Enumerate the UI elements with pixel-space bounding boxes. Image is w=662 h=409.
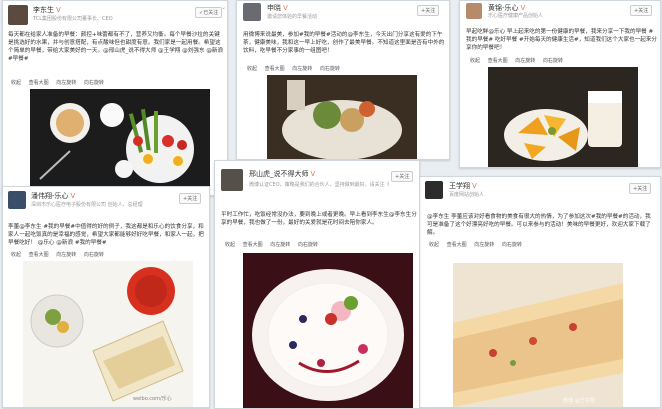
post-text: 用微博来说最美，参加#我的早餐#活动的@李东生，今天出门分享这有爱的下午茶，健康… xyxy=(243,32,445,54)
author-bio: 邀请您体验的早餐活动 xyxy=(267,14,318,20)
rotate-right-button[interactable]: 向右旋转 xyxy=(84,80,104,86)
rotate-left-button[interactable]: 向左旋转 xyxy=(515,58,535,64)
rotate-left-button[interactable]: 向左旋转 xyxy=(474,242,494,248)
breakfast-illustration xyxy=(30,267,184,402)
view-large-button[interactable]: 查看大图 xyxy=(29,80,49,86)
rotate-left-button[interactable]: 向左旋转 xyxy=(56,80,76,86)
image-watermark: 微博 @王学翔 xyxy=(563,398,595,404)
author-bio: 微博认证CEO，策略是我们的合伙人，坚持做到最好，请关注《说不得大师》 xyxy=(249,182,389,188)
image-toolbar: 收起 查看大图 向左旋转 向右旋转 xyxy=(225,241,324,248)
post-text: @李东生 李董应该对好看食物的美食有很大的热情，为了参加这次#我的早餐#的活动，… xyxy=(427,214,651,236)
follow-button[interactable]: +关注 xyxy=(417,5,440,16)
view-large-button[interactable]: 查看大图 xyxy=(447,242,467,248)
rotate-left-button[interactable]: 向左旋转 xyxy=(270,242,290,248)
breakfast-illustration xyxy=(39,103,194,183)
image-toolbar: 收起 查看大图 向左旋转 向右旋转 xyxy=(470,57,569,64)
avatar[interactable] xyxy=(8,191,26,209)
image-watermark: weibo.com/乐心 xyxy=(133,396,172,402)
weibo-card-6: 黄锦-乐心 V 乐心医疗健康产品创始人 +关注 早起吃鲜@乐心 早上起来吃的第一份… xyxy=(459,0,661,168)
chevron-down-icon[interactable]: ⌄ xyxy=(221,4,226,11)
author-bio: 乐心医疗健康产品创始人 xyxy=(488,13,544,19)
breakfast-illustration xyxy=(252,269,404,401)
post-text: 李董@李东生 #我的早餐#中值得的好的例子，我这都是和乐心的饮食分享，和家人一起… xyxy=(8,224,204,246)
collapse-button[interactable]: 收起 xyxy=(225,242,235,248)
avatar[interactable] xyxy=(243,3,261,21)
author-name[interactable]: 李东生 V xyxy=(33,5,61,15)
author-name[interactable]: 潘伟翔-乐心 V xyxy=(31,191,75,201)
image-toolbar: 收起 查看大图 向左旋转 向右旋转 xyxy=(429,241,528,248)
author-bio: 百度网站创始人 xyxy=(449,192,485,198)
rotate-left-button[interactable]: 向左旋转 xyxy=(292,66,312,72)
author-name[interactable]: 王学翔 V xyxy=(449,181,477,191)
image-toolbar: 收起 查看大图 向左旋转 向右旋转 xyxy=(247,65,346,72)
image-toolbar: 收起 查看大图 向左旋转 向右旋转 xyxy=(11,79,110,86)
avatar[interactable] xyxy=(8,5,28,25)
weibo-card-4: 潘伟翔-乐心 V 深圳市乐心医疗电子股份有限公司 创始人、总经理 +关注 李董@李… xyxy=(2,186,210,408)
post-text: 平时工作忙，吃饭经常没办法，要到晚上或者更晚。早上看到李东生@李东生分享的早餐，… xyxy=(221,212,417,226)
collapse-button[interactable]: 收起 xyxy=(11,252,21,258)
author-bio: 深圳市乐心医疗电子股份有限公司 创始人、总经理 xyxy=(31,202,143,208)
collapse-button[interactable]: 收起 xyxy=(247,66,257,72)
post-photo-breakfast[interactable] xyxy=(30,89,210,193)
breakfast-illustration xyxy=(504,91,622,161)
avatar[interactable] xyxy=(466,3,482,19)
view-large-button[interactable]: 查看大图 xyxy=(265,66,285,72)
rotate-right-button[interactable]: 向右旋转 xyxy=(298,242,318,248)
post-photo-breakfast[interactable]: weibo.com/乐心 xyxy=(23,261,193,407)
collapse-button[interactable]: 收起 xyxy=(470,58,480,64)
weibo-card-1: 李东生 V TCL集团股份有限公司董事长、CEO ✓已关注 ⌄ 每天都在给家人准备… xyxy=(2,0,228,196)
collapse-button[interactable]: 收起 xyxy=(11,80,21,86)
follow-button[interactable]: +关注 xyxy=(630,5,653,16)
follow-button[interactable]: ✓已关注 xyxy=(195,7,223,18)
rotate-right-button[interactable]: 向右旋转 xyxy=(502,242,522,248)
rotate-right-button[interactable]: 向右旋转 xyxy=(84,252,104,258)
post-text: 每天都在给家人准备的早餐：颜控+味蕾都有不了，营养又均衡。每个早餐沙拉的关键是挑… xyxy=(8,32,224,62)
avatar[interactable] xyxy=(221,169,243,191)
rotate-right-button[interactable]: 向右旋转 xyxy=(320,66,340,72)
weibo-card-5: 王学翔 V 百度网站创始人 +关注 @李东生 李董应该对好看食物的美食有很大的热情… xyxy=(416,176,661,408)
weibo-card-3: 邢山虎_说不得大师V 微博认证CEO，策略是我们的合伙人，坚持做到最好，请关注《… xyxy=(214,160,420,409)
author-name[interactable]: 申晓 V xyxy=(267,3,288,13)
rotate-left-button[interactable]: 向左旋转 xyxy=(56,252,76,258)
follow-button[interactable]: +关注 xyxy=(391,171,414,182)
weibo-card-2: 申晓 V 邀请您体验的早餐活动 +关注 用微博来说最美，参加#我的早餐#活动的@李… xyxy=(236,0,450,160)
view-large-button[interactable]: 查看大图 xyxy=(243,242,263,248)
post-text: 早起吃鲜@乐心 早上起来吃的第一份健康的早餐，我来分享一下我的早餐 #我的早餐#… xyxy=(466,29,658,51)
avatar[interactable] xyxy=(425,181,443,199)
breakfast-illustration xyxy=(282,80,402,159)
view-large-button[interactable]: 查看大图 xyxy=(488,58,508,64)
post-photo-breakfast[interactable] xyxy=(267,75,417,159)
author-name[interactable]: 邢山虎_说不得大师 V xyxy=(249,169,315,179)
follow-button[interactable]: +关注 xyxy=(629,183,652,194)
post-photo-breakfast[interactable]: 微博 @王学翔 xyxy=(453,263,623,407)
breakfast-illustration xyxy=(453,283,623,407)
view-large-button[interactable]: 查看大图 xyxy=(29,252,49,258)
follow-button[interactable]: +关注 xyxy=(179,193,202,204)
post-photo-breakfast[interactable] xyxy=(488,67,638,167)
rotate-right-button[interactable]: 向右旋转 xyxy=(543,58,563,64)
author-bio: TCL集团股份有限公司董事长、CEO xyxy=(33,16,113,22)
post-photo-breakfast[interactable] xyxy=(243,253,413,408)
collapse-button[interactable]: 收起 xyxy=(429,242,439,248)
image-toolbar: 收起 查看大图 向左旋转 向右旋转 xyxy=(11,251,110,258)
